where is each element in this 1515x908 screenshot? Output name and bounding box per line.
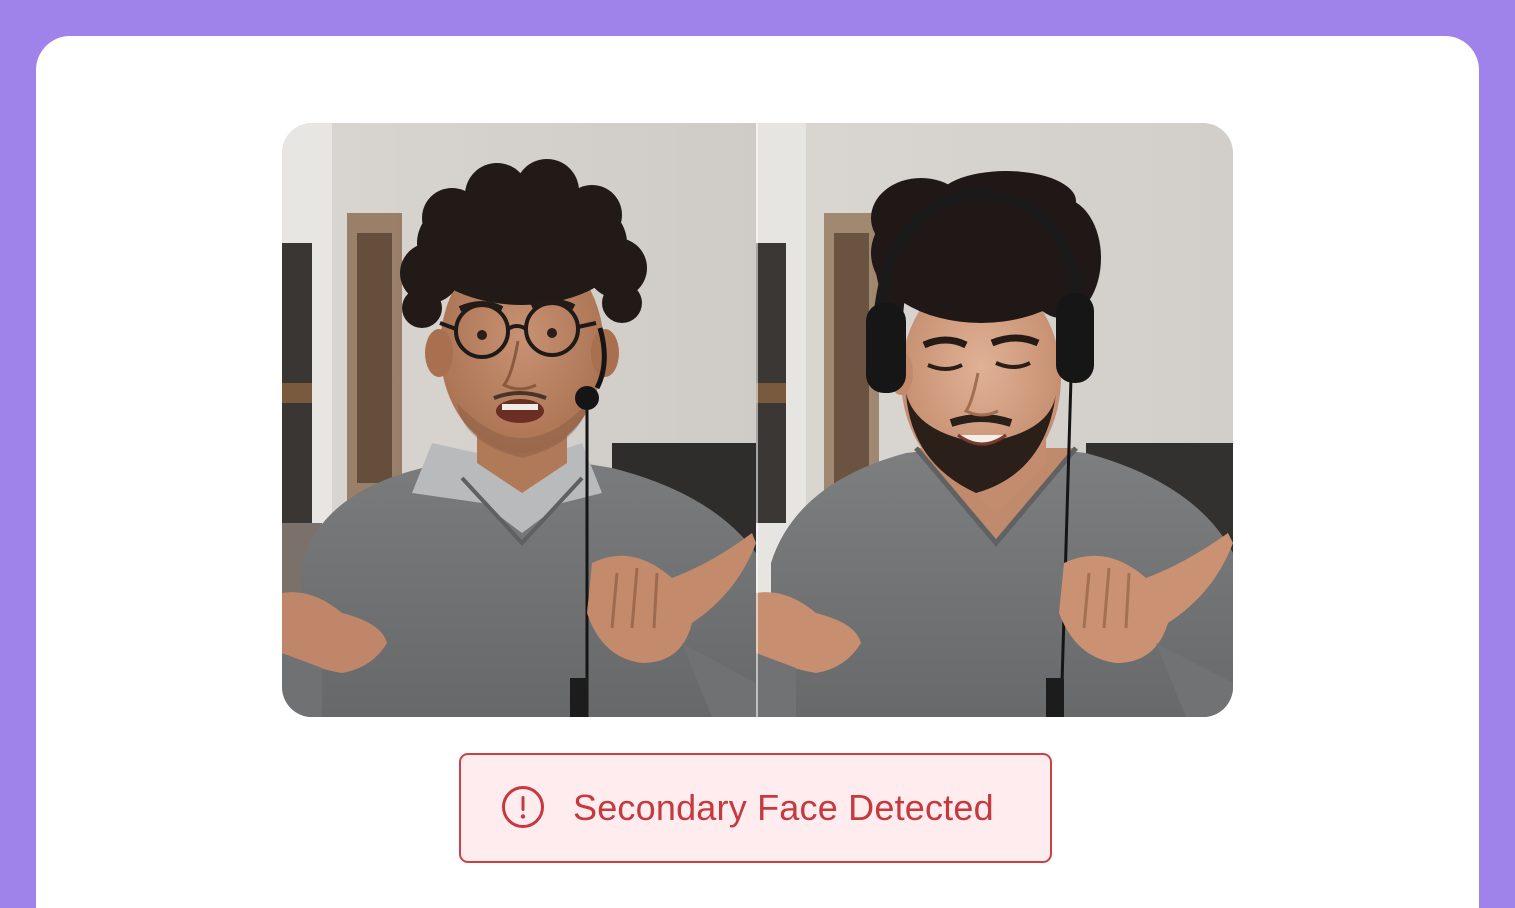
alert-message: Secondary Face Detected	[573, 787, 994, 828]
secondary-face-alert: Secondary Face Detected	[459, 753, 1052, 863]
original-video-frame	[282, 123, 756, 717]
exclamation-circle-icon	[501, 785, 545, 829]
face-swapped-video-frame	[756, 123, 1233, 717]
video-divider	[756, 123, 758, 717]
